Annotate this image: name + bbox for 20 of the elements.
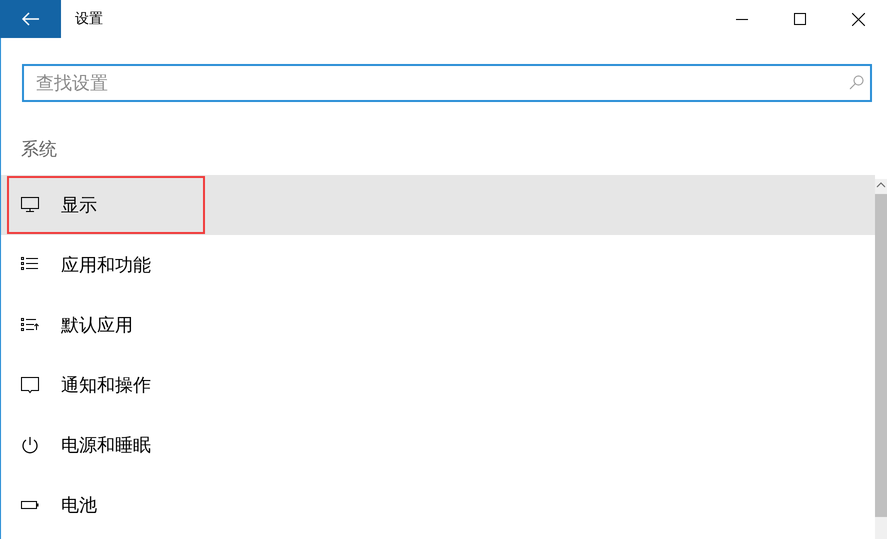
back-button[interactable] bbox=[0, 0, 61, 38]
search-icon bbox=[849, 75, 864, 90]
menu-item[interactable]: 电池 bbox=[1, 475, 875, 535]
maximize-icon bbox=[794, 13, 806, 25]
close-icon bbox=[852, 12, 864, 26]
power-icon bbox=[20, 435, 40, 455]
scrollbar[interactable] bbox=[875, 179, 887, 539]
section-heading: 系统 bbox=[21, 138, 58, 162]
back-arrow-icon bbox=[22, 12, 40, 26]
menu-item[interactable]: 显示 bbox=[1, 175, 875, 235]
menu-item[interactable]: 默认应用 bbox=[1, 295, 875, 355]
search-field[interactable]: 查找设置 bbox=[22, 64, 872, 102]
minimize-icon bbox=[736, 18, 748, 20]
scroll-up-icon[interactable] bbox=[875, 181, 887, 189]
monitor-icon bbox=[20, 195, 40, 215]
menu-item[interactable]: 电源和睡眠 bbox=[1, 415, 875, 475]
window-title: 设置 bbox=[75, 10, 103, 28]
menu-item[interactable]: 通知和操作 bbox=[1, 355, 875, 415]
speech-bubble-icon bbox=[20, 375, 40, 395]
menu-item[interactable]: 应用和功能 bbox=[1, 235, 875, 295]
